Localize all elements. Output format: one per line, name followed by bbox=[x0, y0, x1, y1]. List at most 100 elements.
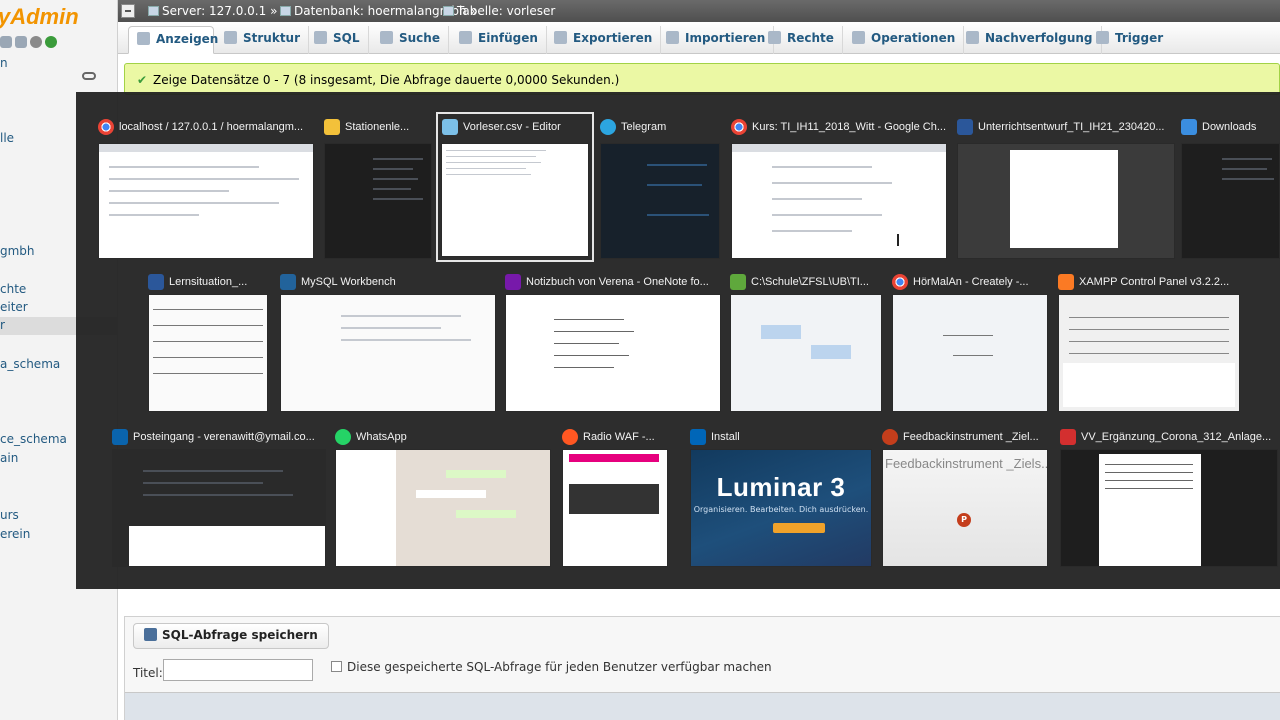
save-query-fieldset: SQL-Abfrage speichern Titel: Diese gespe… bbox=[124, 616, 1280, 720]
window-title: MySQL Workbench bbox=[301, 276, 396, 288]
collapse-icon[interactable] bbox=[121, 4, 135, 18]
tab-nachverfolgung[interactable]: Nachverfolgung bbox=[958, 26, 1102, 54]
window-tile-onenote[interactable]: Notizbuch von Verena - OneNote fo... bbox=[505, 272, 721, 414]
window-tile-notepad-selected[interactable]: Vorleser.csv - Editor bbox=[436, 112, 594, 262]
success-message: ✔ Zeige Datensätze 0 - 7 (8 insgesamt, Di… bbox=[124, 63, 1280, 95]
gear-icon[interactable] bbox=[30, 36, 42, 48]
link-icon[interactable] bbox=[82, 72, 96, 80]
public-query-label[interactable]: Diese gespeicherte SQL-Abfrage für jeden… bbox=[347, 660, 772, 674]
title-input[interactable] bbox=[163, 659, 313, 681]
window-title: Vorleser.csv - Editor bbox=[463, 121, 561, 133]
explorer-icon bbox=[730, 274, 746, 290]
export-icon bbox=[554, 31, 567, 44]
window-tile-pdf[interactable]: VV_Ergänzung_Corona_312_Anlage... bbox=[1060, 427, 1280, 569]
mysql-workbench-icon bbox=[280, 274, 296, 290]
tab-struktur[interactable]: Struktur bbox=[216, 26, 310, 54]
tab-operationen[interactable]: Operationen bbox=[844, 26, 965, 54]
luminar-subtitle: Organisieren. Bearbeiten. Dich ausdrücke… bbox=[693, 505, 869, 514]
window-tile-mysql-workbench[interactable]: MySQL Workbench bbox=[280, 272, 496, 414]
nav-item[interactable]: chte bbox=[0, 282, 26, 296]
home-icon[interactable] bbox=[0, 36, 12, 48]
nav-item[interactable]: ce_schema bbox=[0, 432, 67, 446]
window-title: WhatsApp bbox=[356, 431, 407, 443]
eye-icon bbox=[966, 31, 979, 44]
window-tile-luminar-install[interactable]: Install Luminar 3 Organisieren. Bearbeit… bbox=[690, 427, 874, 569]
window-tile-telegram[interactable]: Telegram bbox=[600, 117, 724, 259]
window-tile-xampp[interactable]: XAMPP Control Panel v3.2.2... bbox=[1058, 272, 1240, 414]
task-switcher: localhost / 127.0.0.1 / hoermalangm... S… bbox=[76, 92, 1280, 589]
nav-item[interactable]: erein bbox=[0, 527, 30, 541]
save-query-section: SQL-Abfrage speichern Titel: Diese gespe… bbox=[124, 598, 1280, 720]
window-thumbnail bbox=[441, 143, 589, 257]
privileges-icon bbox=[768, 31, 781, 44]
tab-suche[interactable]: Suche bbox=[372, 26, 449, 54]
window-tile-word-lernsituation[interactable]: Lernsituation_... bbox=[148, 272, 272, 414]
window-tile-word-unterrichtsentwurf[interactable]: Unterrichtsentwurf_TI_IH21_230420... bbox=[957, 117, 1177, 259]
notepad-icon bbox=[442, 119, 458, 135]
window-thumbnail bbox=[562, 449, 668, 567]
tab-bar: Anzeigen Struktur SQL Suche Einfügen Exp… bbox=[118, 22, 1280, 54]
window-tile-downloads[interactable]: Downloads bbox=[1181, 117, 1280, 259]
tab-einfuegen[interactable]: Einfügen bbox=[451, 26, 547, 54]
window-title: Telegram bbox=[621, 121, 667, 133]
breadcrumb-server[interactable]: Server: 127.0.0.1 » bbox=[148, 4, 277, 18]
chrome-icon bbox=[731, 119, 747, 135]
tab-trigger[interactable]: Trigger bbox=[1088, 26, 1171, 54]
window-title: Downloads bbox=[1202, 121, 1257, 133]
window-tile-explorer-ub[interactable]: C:\Schule\ZFSL\UB\TI... bbox=[730, 272, 882, 414]
luminar-install-button bbox=[773, 523, 825, 533]
check-icon: ✔ bbox=[137, 73, 148, 87]
tab-anzeigen[interactable]: Anzeigen bbox=[128, 26, 218, 54]
window-thumbnail bbox=[1058, 294, 1240, 412]
powerpoint-logo-icon: P bbox=[957, 513, 971, 527]
structure-icon bbox=[224, 31, 237, 44]
window-tile-chrome-creately[interactable]: HörMalAn - Creately -... bbox=[892, 272, 1050, 414]
tab-sql[interactable]: SQL bbox=[306, 26, 369, 54]
window-tile-whatsapp[interactable]: WhatsApp bbox=[335, 427, 553, 569]
window-tile-chrome-kurs[interactable]: Kurs: TI_IH11_2018_Witt - Google Ch... bbox=[731, 117, 949, 259]
tab-rechte[interactable]: Rechte bbox=[760, 26, 843, 54]
folder-icon bbox=[324, 119, 340, 135]
docs-icon[interactable] bbox=[15, 36, 27, 48]
window-tile-stationenlernen[interactable]: Stationenle... bbox=[324, 117, 432, 259]
insert-icon bbox=[459, 31, 472, 44]
table-icon bbox=[137, 32, 150, 45]
window-thumbnail bbox=[112, 449, 326, 567]
import-icon bbox=[666, 31, 679, 44]
nav-item[interactable]: a_schema bbox=[0, 357, 60, 371]
window-thumbnail bbox=[280, 294, 496, 412]
window-title: Feedbackinstrument _Ziel... bbox=[903, 431, 1039, 443]
window-tile-radio-waf[interactable]: Radio WAF -... bbox=[562, 427, 680, 569]
powerpoint-icon bbox=[882, 429, 898, 445]
nav-item[interactable]: n bbox=[0, 56, 8, 70]
window-title: Stationenle... bbox=[345, 121, 410, 133]
window-tile-powerpoint[interactable]: Feedbackinstrument _Ziel... Feedbackinst… bbox=[882, 427, 1050, 569]
nav-item[interactable]: gmbh bbox=[0, 244, 35, 258]
reload-icon[interactable] bbox=[45, 36, 57, 48]
nav-item[interactable]: eiter bbox=[0, 300, 28, 314]
public-query-checkbox[interactable] bbox=[331, 661, 342, 672]
xampp-icon bbox=[1058, 274, 1074, 290]
window-title: Lernsituation_... bbox=[169, 276, 248, 288]
tab-exportieren[interactable]: Exportieren bbox=[546, 26, 662, 54]
window-thumbnail bbox=[1181, 143, 1280, 259]
whatsapp-icon bbox=[335, 429, 351, 445]
install-icon bbox=[690, 429, 706, 445]
window-thumbnail bbox=[957, 143, 1175, 259]
breadcrumb-table[interactable]: Tabelle: vorleser bbox=[443, 4, 555, 18]
text-cursor-icon bbox=[897, 234, 899, 246]
pma-logo[interactable]: yAdmin bbox=[0, 4, 79, 30]
nav-item[interactable]: urs bbox=[0, 508, 19, 522]
luminar-title: Luminar 3 bbox=[716, 472, 846, 502]
nav-toolbar bbox=[0, 36, 57, 48]
nav-item[interactable]: ain bbox=[0, 451, 18, 465]
chrome-icon bbox=[892, 274, 908, 290]
window-title: Notizbuch von Verena - OneNote fo... bbox=[526, 276, 709, 288]
nav-item[interactable]: lle bbox=[0, 131, 14, 145]
tab-importieren[interactable]: Importieren bbox=[658, 26, 775, 54]
window-tile-mail[interactable]: Posteingang - verenawitt@ymail.co... bbox=[112, 427, 326, 569]
window-thumbnail bbox=[505, 294, 721, 412]
window-tile-chrome-phpmyadmin[interactable]: localhost / 127.0.0.1 / hoermalangm... bbox=[98, 117, 316, 259]
table-icon bbox=[443, 6, 454, 16]
window-title: localhost / 127.0.0.1 / hoermalangm... bbox=[119, 121, 304, 133]
